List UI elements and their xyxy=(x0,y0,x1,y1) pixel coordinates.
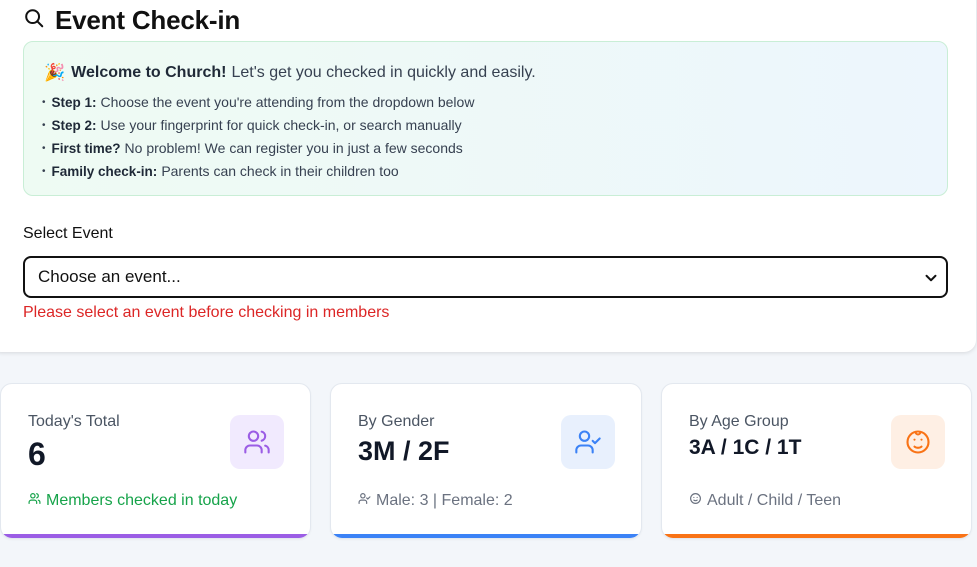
users-icon xyxy=(230,415,284,469)
stat-label: By Gender xyxy=(358,413,435,430)
stat-card-age: By Age Group 3A / 1C / 1T Adult / Child … xyxy=(661,383,972,539)
accent-bar xyxy=(1,534,310,538)
stat-sub: Adult / Child / Teen xyxy=(689,492,841,510)
welcome-line: 🎉 Welcome to Church! Let's get you check… xyxy=(44,63,536,83)
baby-icon xyxy=(891,415,945,469)
chevron-down-icon xyxy=(922,269,940,292)
accent-bar xyxy=(331,534,641,538)
instruction-item: • First time? No problem! We can register … xyxy=(42,140,463,156)
page-title: Event Check-in xyxy=(55,4,241,35)
accent-bar xyxy=(662,534,971,538)
user-small-icon xyxy=(358,492,376,510)
stat-sub: Male: 3 | Female: 2 xyxy=(358,492,513,510)
welcome-text: Let's get you checked in quickly and eas… xyxy=(231,64,536,81)
stat-value: 6 xyxy=(28,436,46,472)
instruction-item: • Step 1: Choose the event you're attendin… xyxy=(42,94,475,110)
instruction-list: • Step 1: Choose the event you're attendin… xyxy=(42,91,474,183)
stat-value: 3A / 1C / 1T xyxy=(689,436,802,459)
select-event-label: Select Event xyxy=(23,225,113,242)
stat-label: Today's Total xyxy=(28,413,120,430)
users-small-icon xyxy=(28,492,46,510)
page-header: Event Check-in xyxy=(23,5,240,35)
search-icon xyxy=(23,7,55,34)
stat-label: By Age Group xyxy=(689,413,789,430)
event-error-message: Please select an event before checking i… xyxy=(23,304,390,321)
event-select-value: Choose an event... xyxy=(38,267,181,286)
instruction-item: • Family check-in: Parents can check in th… xyxy=(42,163,399,179)
welcome-info-box: 🎉 Welcome to Church! Let's get you check… xyxy=(23,41,948,196)
event-select-dropdown[interactable]: Choose an event... xyxy=(23,256,948,298)
user-check-icon xyxy=(561,415,615,469)
face-small-icon xyxy=(689,492,707,510)
welcome-bold: Welcome to Church! xyxy=(71,64,227,81)
party-icon: 🎉 xyxy=(44,63,66,82)
stat-card-gender: By Gender 3M / 2F Male: 3 | Female: 2 xyxy=(330,383,642,539)
stat-sub: Members checked in today xyxy=(28,492,237,510)
instruction-item: • Step 2: Use your fingerprint for quick c… xyxy=(42,117,462,133)
stat-value: 3M / 2F xyxy=(358,436,450,466)
stat-card-total: Today's Total 6 Members checked in today xyxy=(0,383,311,539)
